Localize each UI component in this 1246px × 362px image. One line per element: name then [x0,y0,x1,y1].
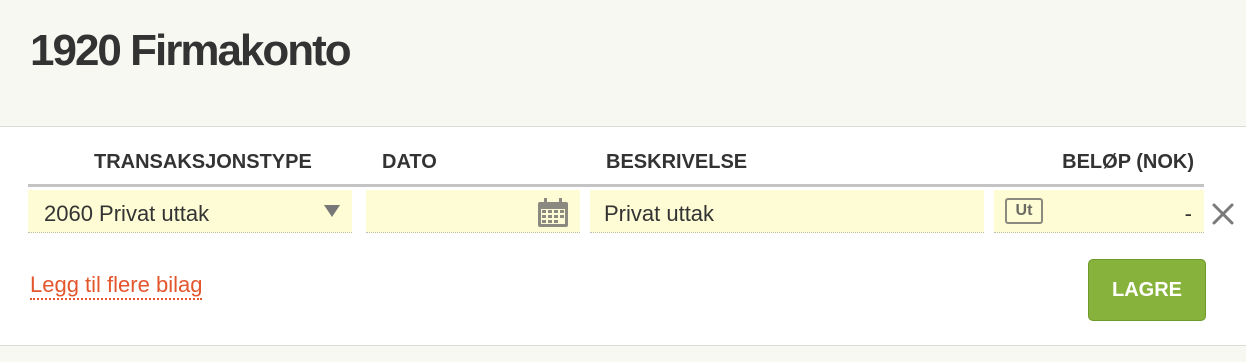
column-header-date: DATO [382,151,437,173]
save-button[interactable]: LAGRE [1088,259,1206,321]
header-divider [28,184,1204,187]
close-icon[interactable] [1211,202,1235,226]
add-more-entries-link[interactable]: Legg til flere bilag [30,272,203,300]
date-field[interactable] [366,190,580,233]
page-header: 1920 Firmakonto [0,0,1246,127]
calendar-icon[interactable] [536,198,570,228]
page-title: 1920 Firmakonto [30,26,352,75]
amount-input[interactable]: Ut - [994,190,1204,233]
description-input[interactable]: Privat uttak [590,190,984,233]
transaction-type-select[interactable]: 2060 Privat uttak [28,190,352,233]
chevron-down-icon [324,205,340,217]
transaction-type-value: 2060 Privat uttak [44,201,210,226]
direction-badge[interactable]: Ut [1005,198,1043,224]
description-value: Privat uttak [604,201,715,226]
column-header-type: TRANSAKSJONSTYPE [94,151,312,173]
transaction-form: TRANSAKSJONSTYPE DATO BESKRIVELSE BELØP … [0,127,1246,346]
column-header-amount: BELØP (NOK) [1062,151,1194,173]
amount-value: - [1184,201,1192,226]
column-header-description: BESKRIVELSE [606,151,748,173]
